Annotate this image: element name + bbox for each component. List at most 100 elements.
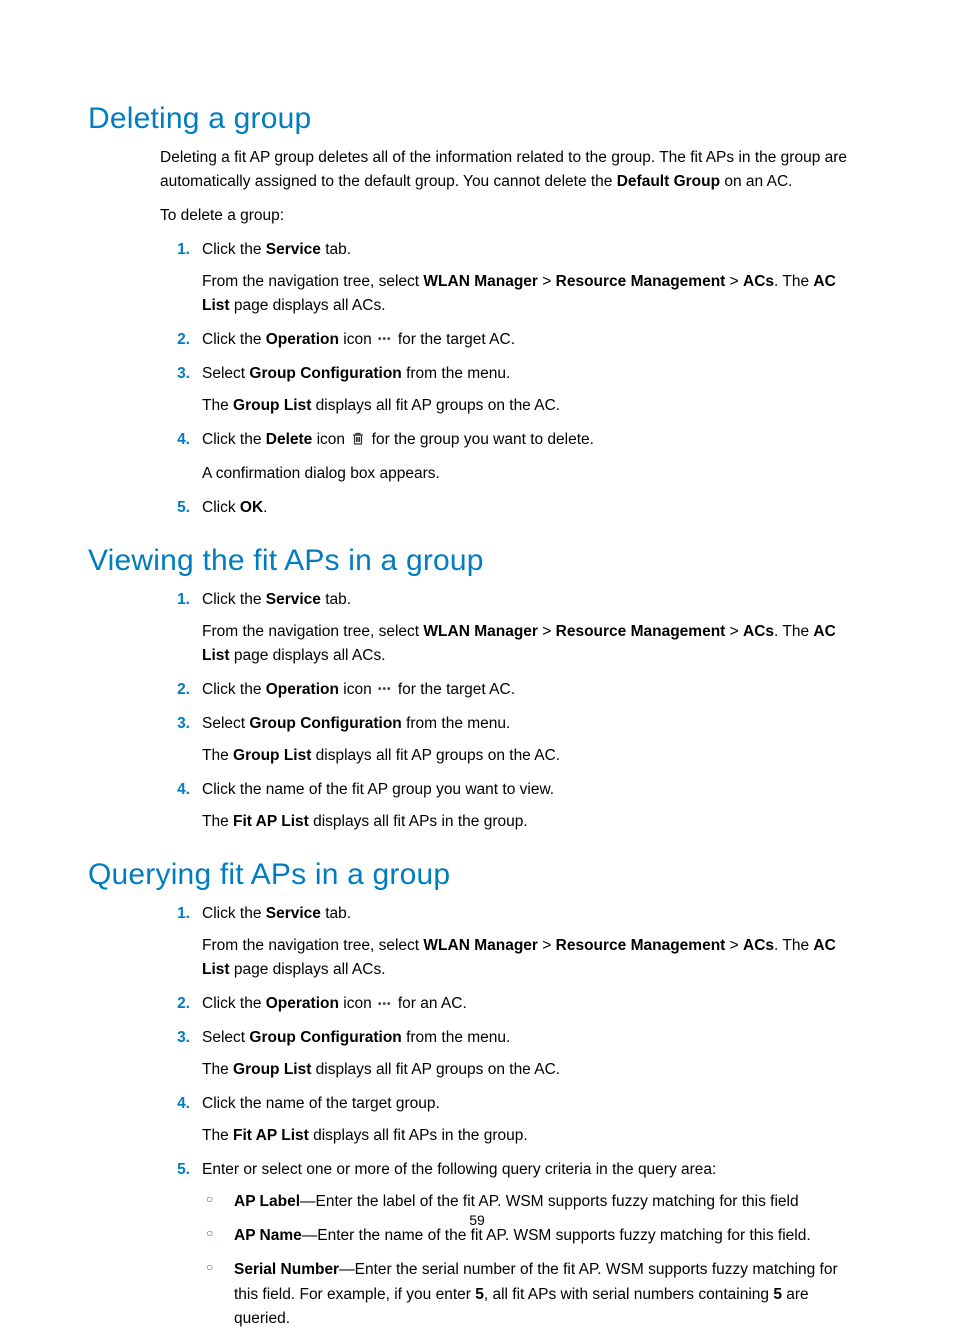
section-heading: Querying fit APs in a group [88,858,866,892]
operation-icon: ••• [376,684,394,695]
step-text: Click the Operation icon ••• for the tar… [202,331,515,348]
step-number: 5. [160,1158,190,1182]
bold-text: WLAN Manager [423,623,538,640]
step-item: 5. Enter or select one or more of the fol… [160,1158,866,1330]
paragraph: Deleting a fit AP group deletes all of t… [160,146,866,194]
bold-text: Service [266,905,321,922]
step-number: 5. [160,496,190,520]
document-page: Deleting a group Deleting a fit AP group … [0,0,954,1331]
step-item: 2. Click the Operation icon ••• for the t… [160,678,866,702]
step-item: 3. Select Group Configuration from the me… [160,1026,866,1082]
step-item: 2. Click the Operation icon ••• for an AC… [160,992,866,1016]
step-text: The Group List displays all fit AP group… [202,744,866,768]
sub-text: AP Label—Enter the label of the fit AP. … [234,1193,799,1210]
step-number: 4. [160,778,190,802]
step-text: From the navigation tree, select WLAN Ma… [202,934,866,982]
step-item: 3. Select Group Configuration from the me… [160,362,866,418]
step-text: A confirmation dialog box appears. [202,462,866,486]
sub-item: ○AP Name—Enter the name of the fit AP. W… [202,1224,866,1248]
bold-text: Resource Management [556,623,726,640]
step-number: 3. [160,712,190,736]
bold-text: ACs [743,273,774,290]
step-item: 5. Click OK. [160,496,866,520]
step-text: Click OK. [202,499,267,516]
step-text: Select Group Configuration from the menu… [202,1029,510,1046]
bold-text: Group List [233,397,311,414]
step-text: Click the name of the target group. [202,1095,440,1112]
step-number: 1. [160,588,190,612]
step-item: 4. Click the name of the target group. The… [160,1092,866,1148]
step-text: The Fit AP List displays all fit APs in … [202,1124,866,1148]
bold-text: AP Name [234,1227,302,1244]
step-text: Select Group Configuration from the menu… [202,365,510,382]
section-body: 1.Click the Service tab.From the navigat… [160,902,866,1330]
step-text: Enter or select one or more of the follo… [202,1161,716,1178]
step-number: 2. [160,328,190,352]
section-body: 1. Click the Service tab. From the navigat… [160,588,866,834]
step-text: Select Group Configuration from the menu… [202,715,510,732]
step-item: 1. Click the Service tab. From the navigat… [160,588,866,668]
section-heading: Viewing the fit APs in a group [88,544,866,578]
step-text: Click the Operation icon ••• for an AC. [202,995,467,1012]
bold-text: Group List [233,1061,311,1078]
sub-item: ○ Serial Number—Enter the serial number o… [202,1258,866,1330]
step-list: 1. Click the Service tab. From the navigat… [160,588,866,834]
step-number: 3. [160,1026,190,1050]
step-text: The Group List displays all fit AP group… [202,394,866,418]
bold-text: Group Configuration [249,1029,401,1046]
section-heading: Deleting a group [88,102,866,136]
bold-text: 5 [475,1286,484,1303]
step-list: 1. Click the Service tab. From the navigat… [160,238,866,520]
sub-text: Serial Number—Enter the serial number of… [234,1261,838,1326]
bold-text: Serial Number [234,1261,339,1278]
bold-text: Resource Management [556,273,726,290]
circle-bullet-icon: ○ [206,1190,213,1209]
bold-text: Operation [266,995,339,1012]
bold-text: WLAN Manager [423,273,538,290]
step-text: From the navigation tree, select WLAN Ma… [202,620,866,668]
sub-item: ○ AP Label—Enter the label of the fit AP.… [202,1190,866,1214]
step-number: 2. [160,678,190,702]
step-text: Click the Operation icon ••• for the tar… [202,681,515,698]
bold-text: Service [266,591,321,608]
step-text: Click the Service tab. [202,591,351,608]
bold-text: Group List [233,747,311,764]
step-number: 4. [160,428,190,452]
step-number: 3. [160,362,190,386]
step-item: 1. Click the Service tab. From the navigat… [160,238,866,318]
operation-icon: ••• [376,334,394,345]
bold-text: 5 [773,1286,782,1303]
bold-text: Resource Management [556,937,726,954]
step-number: 2. [160,992,190,1016]
operation-icon: ••• [376,999,394,1010]
bold-text: Group Configuration [249,715,401,732]
step-text: Click the Service tab. [202,241,351,258]
step-item: 1.Click the Service tab.From the navigat… [160,902,866,982]
bold-text: OK [240,499,263,516]
bold-text: Default Group [617,173,720,190]
step-text: From the navigation tree, select WLAN Ma… [202,270,866,318]
bold-text: Operation [266,331,339,348]
bold-text: ACs [743,623,774,640]
circle-bullet-icon: ○ [206,1258,213,1277]
bold-text: ACs [743,937,774,954]
bold-text: Group Configuration [249,365,401,382]
step-number: 1. [160,902,190,926]
bold-text: Service [266,241,321,258]
step-item: 4. Click the name of the fit AP group you… [160,778,866,834]
page-number: 59 [0,1212,954,1228]
bold-text: Fit AP List [233,813,309,830]
bold-text: Delete [266,431,313,448]
bold-text: Operation [266,681,339,698]
paragraph: To delete a group: [160,204,866,228]
step-number: 1. [160,238,190,262]
step-text: Click the name of the fit AP group you w… [202,781,554,798]
step-text: The Fit AP List displays all fit APs in … [202,810,866,834]
step-text: The Group List displays all fit AP group… [202,1058,866,1082]
step-item: 3. Select Group Configuration from the me… [160,712,866,768]
bold-text: Fit AP List [233,1127,309,1144]
sub-text: AP Name—Enter the name of the fit AP. WS… [234,1227,811,1244]
bold-text: WLAN Manager [423,937,538,954]
step-number: 4. [160,1092,190,1116]
bold-text: AP Label [234,1193,300,1210]
